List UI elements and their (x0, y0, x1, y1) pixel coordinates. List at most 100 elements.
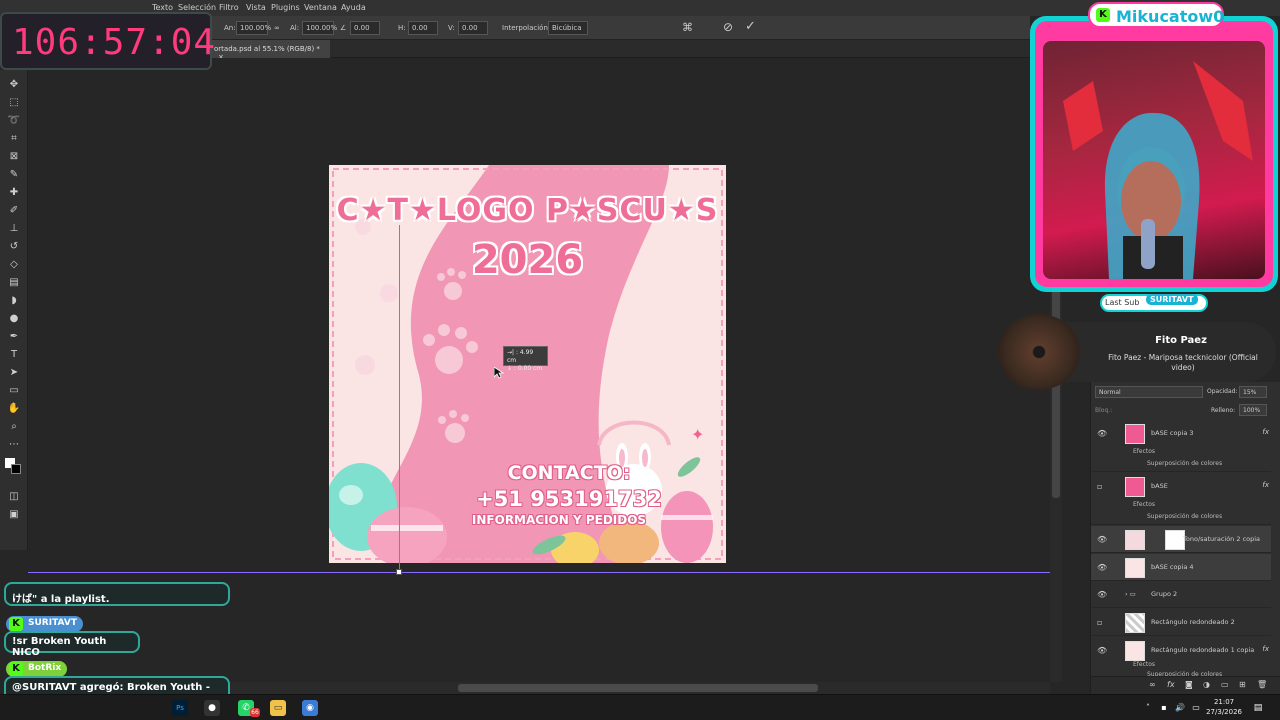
kick-logo-icon: K (1096, 8, 1110, 22)
eraser-tool-icon[interactable]: ◇ (7, 258, 21, 272)
network-icon[interactable]: ▪ (1156, 700, 1172, 716)
visibility-eye-icon[interactable]: 👁 (1097, 590, 1107, 599)
menu-filtro[interactable]: Filtro (219, 3, 239, 12)
zoom-tool-icon[interactable]: ⌕ (7, 420, 21, 434)
layer-row[interactable]: 👁 Rectángulo redondeado 1 copia fx Efect… (1091, 637, 1271, 678)
adjustment-layer-icon[interactable]: ◑ (1203, 680, 1210, 689)
visibility-eye-icon[interactable]: 👁 (1097, 646, 1107, 655)
fill-input[interactable]: 100% (1239, 404, 1267, 416)
layer-row[interactable]: ▫ Rectángulo redondeado 2 (1091, 609, 1271, 636)
cancel-transform-icon[interactable]: ⊘ (723, 20, 733, 34)
trash-icon[interactable]: 🗑 (1257, 680, 1267, 689)
visibility-eye-icon[interactable]: 👁 (1097, 535, 1107, 544)
link-layers-icon[interactable]: ∞ (1149, 680, 1156, 689)
photoshop-icon[interactable]: Ps (172, 700, 188, 716)
lasso-tool-icon[interactable]: ➰ (7, 114, 21, 128)
hand-tool-icon[interactable]: ✋ (7, 402, 21, 416)
move-tool-icon[interactable]: ✥ (7, 78, 21, 92)
menu-ventana[interactable]: Ventana (304, 3, 337, 12)
screen-mode-icon[interactable]: ▣ (7, 508, 21, 522)
v-input[interactable]: 0.00 (458, 21, 488, 35)
streamer-figure (1063, 61, 1253, 279)
pen-tool-icon[interactable]: ✒ (7, 330, 21, 344)
interpolation-label: Interpolación: (502, 24, 551, 32)
history-brush-icon[interactable]: ↺ (7, 240, 21, 254)
width-input[interactable]: 100.00% (236, 21, 271, 35)
visibility-eye-icon[interactable]: 👁 (1097, 429, 1107, 438)
frame-tool-icon[interactable]: ⊠ (7, 150, 21, 164)
layer-row[interactable]: 👁 bASE copia 4 (1091, 554, 1271, 581)
kick-logo-icon: K (9, 662, 23, 676)
folder-icon: › ▭ (1125, 590, 1136, 598)
timer-text: 106:57:04 (12, 22, 217, 63)
opacity-input[interactable]: 15% (1239, 386, 1267, 398)
taskbar-clock[interactable]: 21:07 27/3/2026 (1206, 697, 1242, 717)
menu-vista[interactable]: Vista (246, 3, 266, 12)
guide-handle[interactable] (396, 569, 402, 575)
eyedropper-tool-icon[interactable]: ✎ (7, 168, 21, 182)
h-input[interactable]: 0.00 (408, 21, 438, 35)
tray-chevron-icon[interactable]: ˄ (1140, 700, 1156, 716)
visibility-eye-icon[interactable]: ▫ (1097, 618, 1107, 627)
obs-icon[interactable]: ● (204, 700, 220, 716)
blend-mode-select[interactable]: Normal (1095, 386, 1203, 398)
color-overlay-effect[interactable]: Superposición de colores (1147, 460, 1222, 467)
battery-icon[interactable]: ▭ (1188, 700, 1204, 716)
commit-transform-icon[interactable]: ✓ (745, 19, 756, 34)
menu-texto[interactable]: Texto (152, 3, 173, 12)
new-layer-icon[interactable]: ⊞ (1239, 680, 1246, 689)
visibility-eye-icon[interactable]: ▫ (1097, 482, 1107, 491)
document-tab-bar: ortada.psd al 55.1% (RGB/8) * × (210, 40, 1030, 61)
layer-row[interactable]: 👁 › ▭ Grupo 2 (1091, 581, 1271, 608)
effects-label: Efectos (1133, 501, 1156, 508)
clock-time: 21:07 (1213, 698, 1235, 706)
horizontal-guide[interactable] (28, 572, 1050, 573)
layer-row[interactable]: ▫ bASE fx Efectos Superposición de color… (1091, 473, 1271, 525)
layer-name: Grupo 2 (1151, 590, 1178, 598)
vertical-guide[interactable] (399, 225, 400, 575)
type-tool-icon[interactable]: T (7, 348, 21, 362)
shape-tool-icon[interactable]: ▭ (7, 384, 21, 398)
menu-ayuda[interactable]: Ayuda (341, 3, 366, 12)
last-sub-widget: Last Sub SURITAVT (1100, 294, 1208, 312)
blur-tool-icon[interactable]: ◗ (7, 294, 21, 308)
interpolation-select[interactable]: Bicúbica (548, 21, 588, 35)
app-icon[interactable]: ◉ (302, 700, 318, 716)
marquee-tool-icon[interactable]: ⬚ (7, 96, 21, 110)
background-color-swatch[interactable] (11, 464, 21, 474)
layer-thumbnail (1125, 477, 1145, 497)
height-input[interactable]: 100.00% (302, 21, 337, 35)
color-overlay-effect[interactable]: Superposición de colores (1147, 513, 1222, 520)
brush-tool-icon[interactable]: ✐ (7, 204, 21, 218)
layer-row[interactable]: 👁 bASE copia 3 fx Efectos Superposición … (1091, 420, 1271, 472)
layer-name: bASE copia 4 (1151, 563, 1194, 571)
layer-row[interactable]: 👁 Tono/saturación 2 copia (1091, 526, 1271, 553)
add-mask-icon[interactable]: ◙ (1185, 680, 1193, 689)
crop-tool-icon[interactable]: ⌗ (7, 132, 21, 146)
document-tab[interactable]: ortada.psd al 55.1% (RGB/8) * × (210, 40, 330, 61)
layer-fx-icon[interactable]: fx (1262, 481, 1269, 489)
layer-thumbnail (1125, 424, 1145, 444)
horizontal-scroll-thumb[interactable] (458, 684, 818, 692)
stamp-tool-icon[interactable]: ⊥ (7, 222, 21, 236)
layer-fx-icon[interactable]: fx (1262, 428, 1269, 436)
fill-label: Relleno: (1211, 407, 1236, 414)
new-group-icon[interactable]: ▭ (1221, 680, 1229, 689)
menu-seleccion[interactable]: Selección (178, 3, 216, 12)
path-select-icon[interactable]: ➤ (7, 366, 21, 380)
add-style-icon[interactable]: fx (1167, 680, 1175, 689)
gradient-tool-icon[interactable]: ▤ (7, 276, 21, 290)
link-icon[interactable]: ∞ (274, 24, 280, 32)
layer-fx-icon[interactable]: fx (1262, 645, 1269, 653)
notifications-icon[interactable]: ▤ (1250, 700, 1266, 716)
warp-icon[interactable]: ⌘ (682, 21, 693, 34)
file-explorer-icon[interactable]: ▭ (270, 700, 286, 716)
angle-input[interactable]: 0.00 (350, 21, 380, 35)
healing-tool-icon[interactable]: ✚ (7, 186, 21, 200)
quick-mask-icon[interactable]: ◫ (7, 490, 21, 504)
volume-icon[interactable]: 🔊 (1172, 700, 1188, 716)
menu-plugins[interactable]: Plugins (271, 3, 300, 12)
dodge-tool-icon[interactable]: ● (7, 312, 21, 326)
more-tools-icon[interactable]: ⋯ (7, 438, 21, 452)
visibility-eye-icon[interactable]: 👁 (1097, 563, 1107, 572)
